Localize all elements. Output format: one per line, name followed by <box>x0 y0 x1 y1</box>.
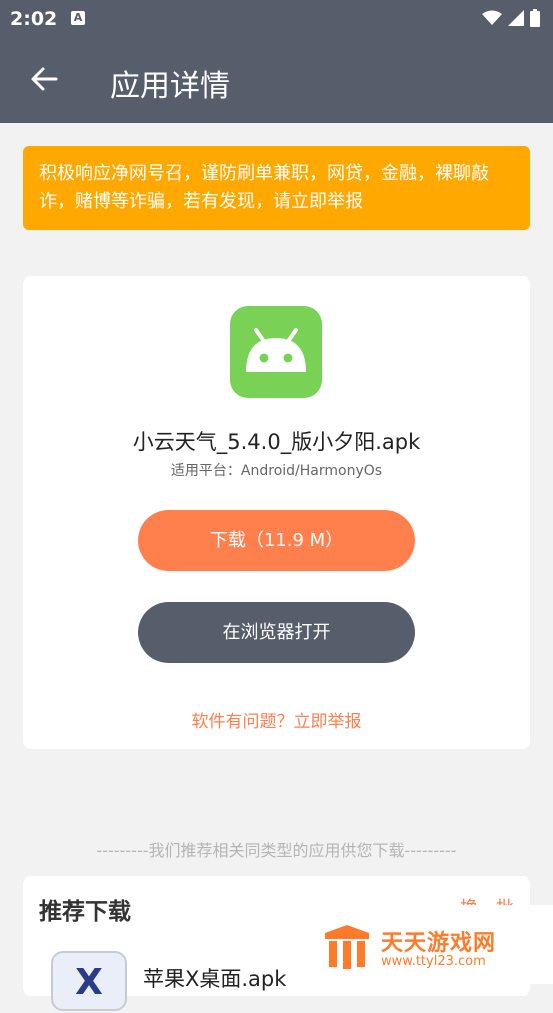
notification-icon: A <box>71 11 85 25</box>
app-platform: 适用平台：Android/HarmonyOs <box>170 463 383 479</box>
report-problem-link[interactable]: 软件有问题？立即举报 <box>23 707 530 732</box>
open-in-browser-button[interactable]: 在浏览器打开 <box>138 602 415 663</box>
watermark-name: 天天游戏网 <box>381 931 497 956</box>
page-title: 应用详情 <box>110 69 230 104</box>
status-icons <box>482 9 540 27</box>
app-header: 2:02 A 应用详情 <box>0 0 553 123</box>
app-detail-card: 小云天气_5.4.0_版小夕阳.apk 适用平台：Android/Harmony… <box>23 276 530 749</box>
android-icon <box>246 328 306 372</box>
recommend-item-icon[interactable]: X <box>51 951 127 1011</box>
watermark-logo-icon <box>325 925 369 969</box>
wifi-icon <box>482 10 502 25</box>
battery-icon <box>530 9 540 27</box>
fraud-warning-notice: 积极响应净网号召，谨防刷单兼职，网贷，金融，裸聊敲诈，赌博等诈骗，若有发现，请立… <box>23 146 530 230</box>
recommend-item-name[interactable]: 苹果X桌面.apk <box>143 963 286 993</box>
site-watermark: 天天游戏网 www.ttyl23.com <box>311 905 553 984</box>
recommend-caption: ---------我们推荐相关同类型的应用供您下载--------- <box>96 841 457 860</box>
back-arrow-icon[interactable] <box>28 63 60 95</box>
signal-icon <box>508 10 524 26</box>
status-time: 2:02 <box>10 8 58 30</box>
download-button[interactable]: 下载（11.9 M） <box>138 510 415 571</box>
recommend-title: 推荐下载 <box>39 899 131 925</box>
app-name: 小云天气_5.4.0_版小夕阳.apk <box>132 430 421 454</box>
watermark-url: www.ttyl23.com <box>381 954 486 969</box>
android-app-icon <box>230 306 322 398</box>
